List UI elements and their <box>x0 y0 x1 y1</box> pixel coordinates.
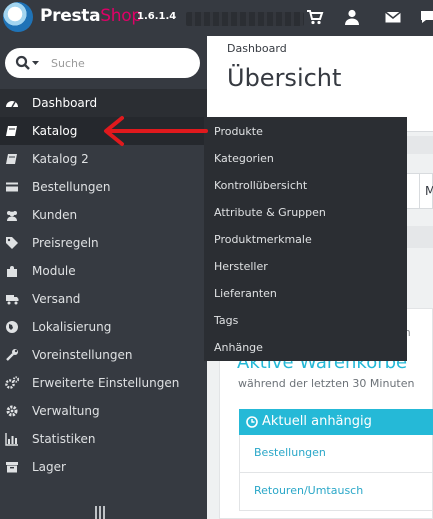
sidebar-item-lokalisierung[interactable]: Lokalisierung <box>0 313 207 341</box>
prestashop-logo[interactable] <box>3 2 33 32</box>
sidebar-item-label: Dashboard <box>32 96 98 110</box>
sidebar-item-label: Statistiken <box>32 432 96 446</box>
toolbar-button-label: M <box>425 184 433 198</box>
clock-icon <box>246 416 258 428</box>
envelope-icon[interactable] <box>384 8 402 26</box>
users-icon <box>7 211 17 221</box>
cogs-icon <box>5 376 19 389</box>
sidebar-item-voreinstellungen[interactable]: Voreinstellungen <box>0 341 207 369</box>
sidebar-item-label: Katalog <box>32 124 78 138</box>
cart-icon[interactable] <box>306 8 324 26</box>
list-item-label: Retouren/Umtausch <box>254 484 364 497</box>
page-title: Übersicht <box>227 64 342 92</box>
submenu-item-hersteller[interactable]: Hersteller <box>214 260 268 273</box>
search-input[interactable] <box>51 54 191 72</box>
sidebar-item-erweiterte-einstellungen[interactable]: Erweiterte Einstellungen <box>0 369 207 397</box>
sidebar-item-katalog-2[interactable]: Katalog 2 <box>0 145 207 173</box>
sidebar-item-label: Module <box>32 264 76 278</box>
search-type-dropdown[interactable] <box>15 55 41 71</box>
sidebar: Dashboard Katalog Katalog 2 Bestellungen <box>0 36 207 519</box>
list-item[interactable]: Retouren/Umtausch <box>239 473 433 511</box>
sidebar-item-bestellungen[interactable]: Bestellungen <box>0 173 207 201</box>
top-header: PrestaShop 1.6.1.4 <box>0 0 433 36</box>
sidebar-item-kunden[interactable]: Kunden <box>0 201 207 229</box>
submenu-item-produkte[interactable]: Produkte <box>214 125 263 138</box>
annotation-arrow <box>104 116 208 146</box>
chat-icon[interactable] <box>419 8 433 26</box>
search-box <box>5 48 200 78</box>
book-icon <box>6 126 17 136</box>
sidebar-item-lager[interactable]: Lager <box>0 453 207 481</box>
archive-icon <box>6 462 18 473</box>
sidebar-item-label: Voreinstellungen <box>32 348 133 362</box>
sidebar-item-label: Preisregeln <box>32 236 99 250</box>
brand-name[interactable]: PrestaShop <box>40 6 142 26</box>
submenu-item-tags[interactable]: Tags <box>214 314 238 327</box>
user-icon[interactable] <box>343 8 361 26</box>
list-item[interactable]: Bestellungen <box>239 435 433 473</box>
sidebar-item-label: Versand <box>32 292 81 306</box>
panel-subtitle: während der letzten 30 Minuten <box>238 377 415 390</box>
search-icon <box>15 55 39 70</box>
truck-icon <box>6 295 19 305</box>
submenu-item-produktmerkmale[interactable]: Produktmerkmale <box>214 233 312 246</box>
list-item-label: Bestellungen <box>254 446 326 459</box>
submenu-item-anhaenge[interactable]: Anhänge <box>214 341 263 354</box>
sidebar-item-label: Erweiterte Einstellungen <box>32 376 180 390</box>
puzzle-icon <box>7 266 17 277</box>
gear-icon <box>6 405 18 417</box>
sidebar-item-preisregeln[interactable]: Preisregeln <box>0 229 207 257</box>
sidebar-item-module[interactable]: Module <box>0 257 207 285</box>
pending-header: Aktuell anhängig <box>239 409 433 435</box>
version-label: 1.6.1.4 <box>137 11 177 22</box>
sidebar-item-label: Katalog 2 <box>32 152 89 166</box>
sidebar-item-label: Lager <box>32 460 66 474</box>
tag-icon <box>6 237 18 249</box>
brand-shop: Shop <box>100 6 142 26</box>
dashboard-icon <box>6 101 18 108</box>
sidebar-item-label: Kunden <box>32 208 78 222</box>
chevron-down-icon <box>32 61 39 65</box>
sidebar-collapse-handle[interactable] <box>95 506 107 519</box>
sidebar-item-verwaltung[interactable]: Verwaltung <box>0 397 207 425</box>
submenu-item-attribute-gruppen[interactable]: Attribute & Gruppen <box>214 206 326 219</box>
book-icon <box>6 154 17 164</box>
submenu-item-kategorien[interactable]: Kategorien <box>214 152 274 165</box>
bar-chart-icon <box>5 433 18 446</box>
sidebar-item-label: Lokalisierung <box>32 320 112 334</box>
katalog-submenu: Produkte Kategorien Kontrollübersicht At… <box>204 117 407 361</box>
sidebar-item-label: Bestellungen <box>32 180 111 194</box>
sidebar-item-versand[interactable]: Versand <box>0 285 207 313</box>
credit-card-icon <box>6 182 18 192</box>
redacted-shop-name <box>186 12 304 26</box>
sidebar-item-statistiken[interactable]: Statistiken <box>0 425 207 453</box>
sidebar-item-dashboard[interactable]: Dashboard <box>0 89 207 117</box>
sidebar-item-label: Verwaltung <box>32 404 100 418</box>
submenu-item-lieferanten[interactable]: Lieferanten <box>214 287 277 300</box>
pending-label: Aktuell anhängig <box>262 414 372 429</box>
submenu-item-kontrolluebersicht[interactable]: Kontrollübersicht <box>214 179 307 192</box>
globe-icon <box>6 321 18 333</box>
brand-presta: Presta <box>40 6 101 26</box>
breadcrumb[interactable]: Dashboard <box>227 42 287 55</box>
wrench-icon <box>6 349 18 361</box>
